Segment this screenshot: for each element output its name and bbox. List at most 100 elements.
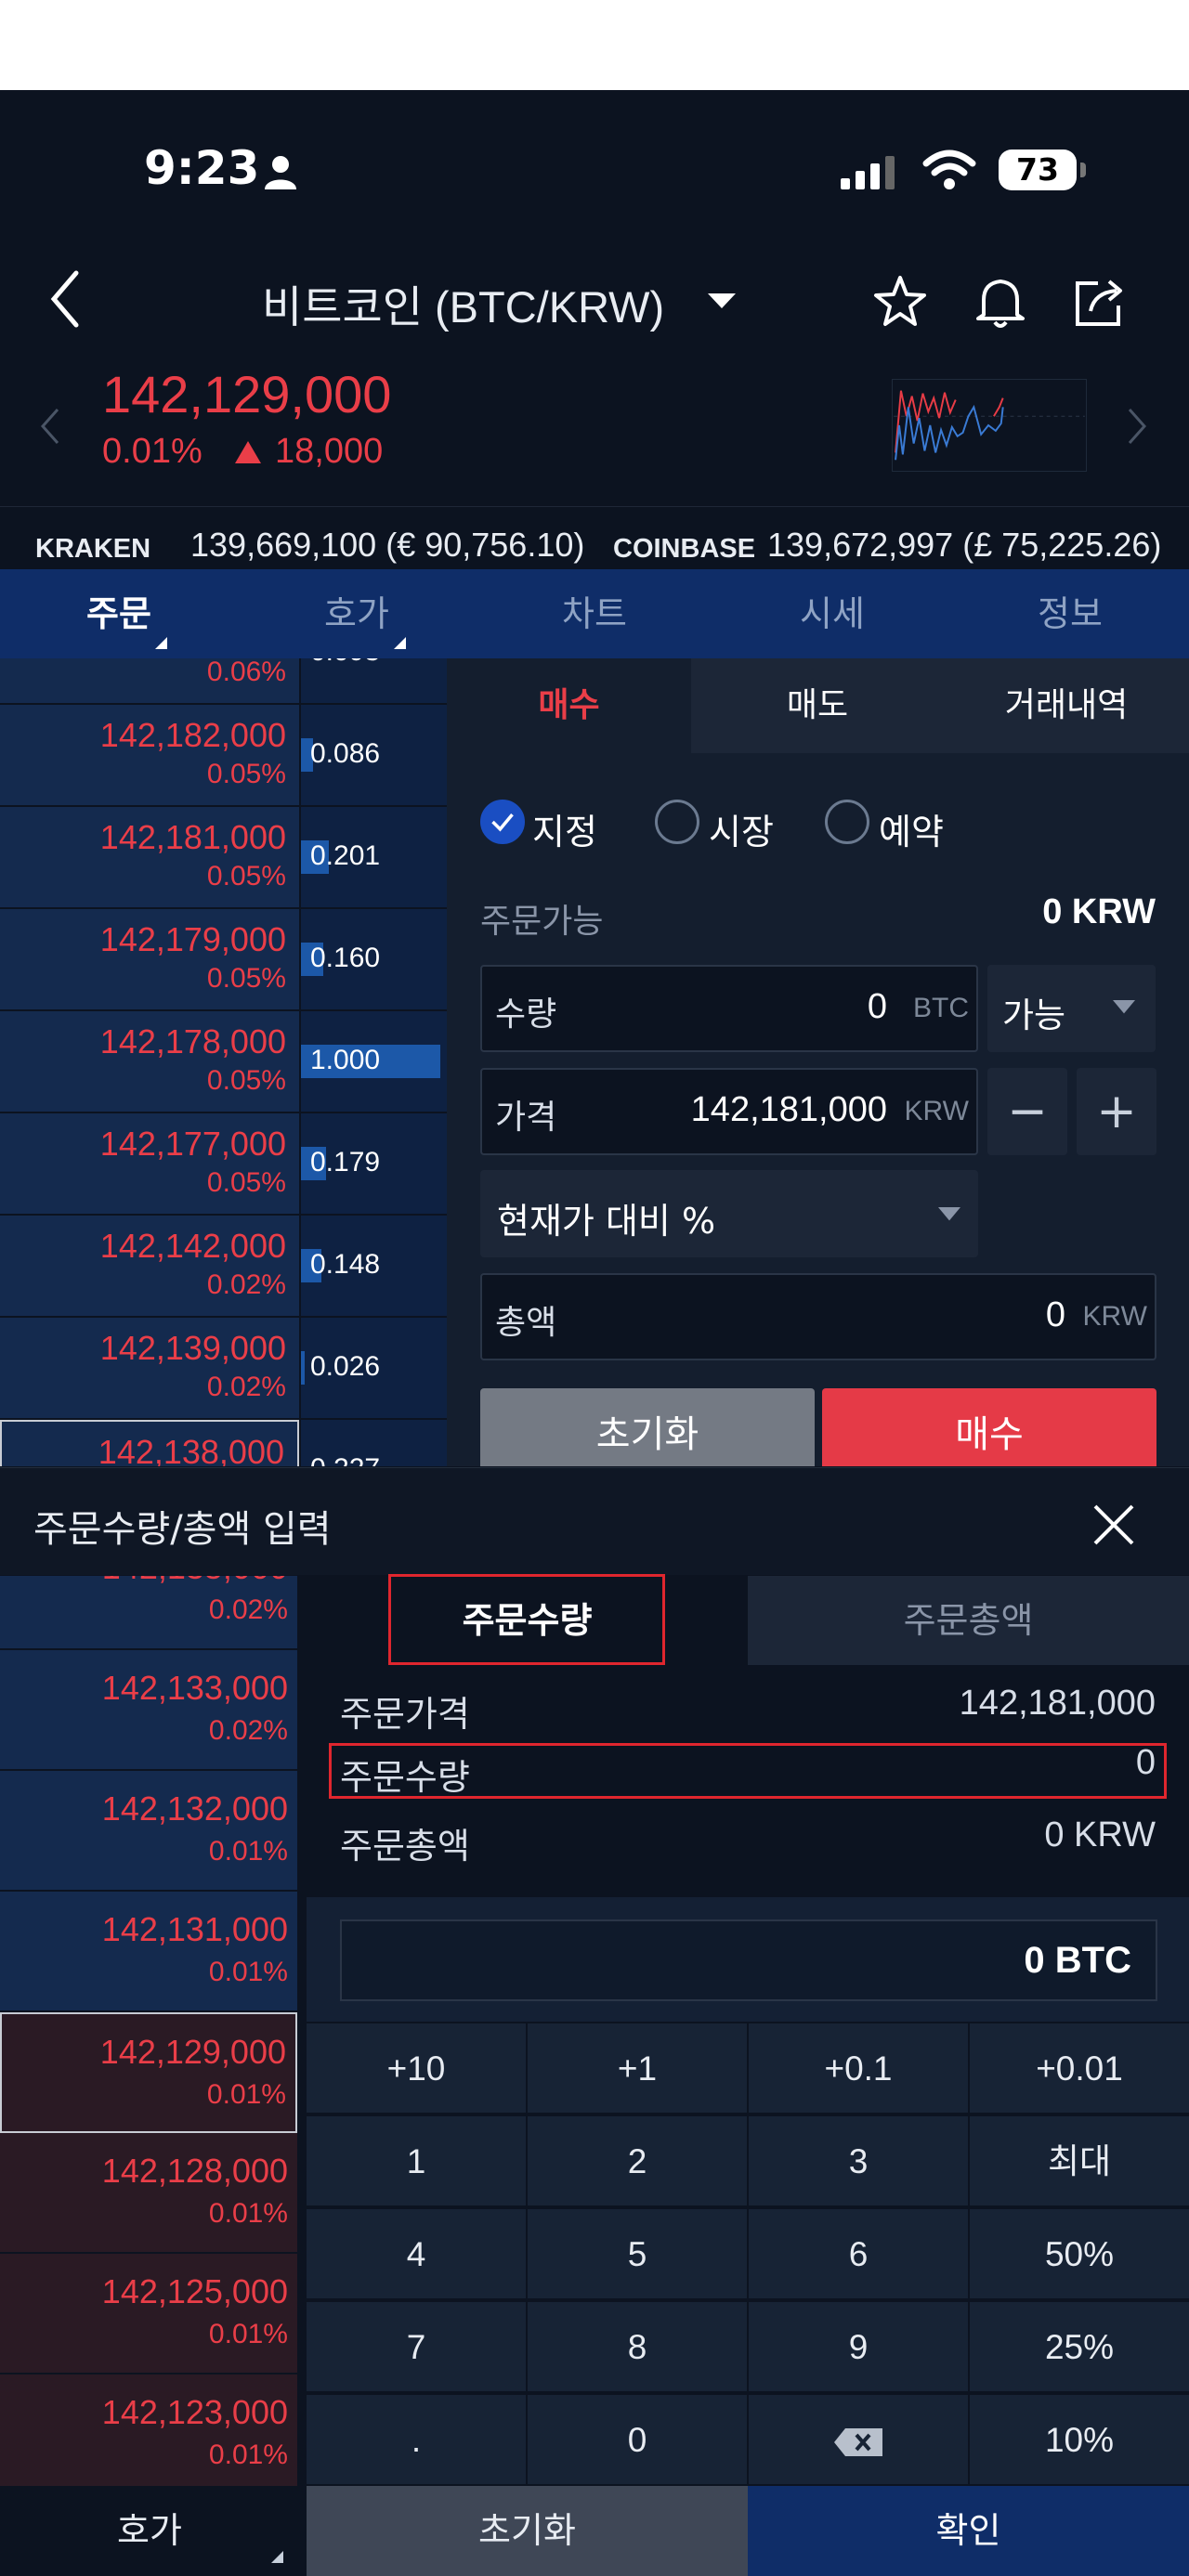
radio-limit[interactable] — [480, 800, 525, 844]
key-0-3[interactable]: +0.01 — [970, 2023, 1189, 2114]
key-1-0[interactable]: 1 — [307, 2116, 528, 2207]
radio-reserve[interactable] — [825, 800, 869, 844]
chevron-down-icon[interactable] — [708, 292, 736, 310]
row-percent: 0.05% — [206, 1065, 286, 1096]
bell-icon[interactable] — [971, 272, 1030, 332]
radio-market[interactable] — [655, 800, 699, 844]
orderbook-row[interactable]: 142,177,000 0.05% 0.179 — [0, 1113, 447, 1216]
orderbook-row[interactable]: 142,125,000 0.01% — [0, 2254, 297, 2374]
tab-chart[interactable]: 차트 — [476, 569, 713, 658]
order-total-label: 주문총액 — [340, 1826, 470, 1867]
key-4-1[interactable]: 0 — [528, 2395, 749, 2486]
orderbook-row[interactable]: 142,142,000 0.02% 0.148 — [0, 1216, 447, 1318]
share-icon[interactable] — [1070, 272, 1130, 332]
tab-history[interactable]: 거래내역 — [944, 658, 1189, 753]
key-4-0[interactable]: . — [307, 2395, 528, 2486]
close-icon[interactable] — [1091, 1503, 1136, 1547]
prev-arrow-icon[interactable] — [39, 406, 61, 447]
key-0-1[interactable]: +1 — [528, 2023, 749, 2114]
total-field[interactable]: 총액 0 KRW — [480, 1273, 1156, 1360]
mini-chart[interactable] — [892, 379, 1087, 472]
orderbook-row[interactable]: 0.06% 0.093 — [0, 658, 447, 705]
orderbook-row[interactable]: 142,178,000 0.05% 1.000 — [0, 1011, 447, 1113]
tab-sell[interactable]: 매도 — [691, 658, 944, 753]
row-price: 142,131,000 — [101, 1910, 288, 1948]
key-2-1[interactable]: 5 — [528, 2209, 749, 2300]
tab-info[interactable]: 정보 — [951, 569, 1189, 658]
key-2-2[interactable]: 6 — [749, 2209, 970, 2300]
orderbook-row[interactable]: 142,135,000 0.02% — [0, 1576, 297, 1650]
key-3-2[interactable]: 9 — [749, 2302, 970, 2393]
back-icon[interactable] — [46, 269, 84, 329]
order-price-label: 주문가격 — [340, 1694, 470, 1735]
highlight-box — [388, 1574, 665, 1665]
orderbook-row[interactable]: 142,133,000 0.02% — [0, 1650, 297, 1771]
key-1-1[interactable]: 2 — [528, 2116, 749, 2207]
tab-order[interactable]: 주문 — [0, 569, 238, 658]
bottom-action-bar: 호가 초기화 확인 — [0, 2486, 1189, 2576]
key-3-0[interactable]: 7 — [307, 2302, 528, 2393]
ticker-value-coinbase: 139,672,997 (£ 75,225.26) — [767, 526, 1162, 564]
order-price-value: 142,181,000 — [959, 1684, 1156, 1723]
row-percent: 0.02% — [206, 1372, 286, 1402]
row-volume: 0.179 — [310, 1147, 381, 1177]
key-1-2[interactable]: 3 — [749, 2116, 970, 2207]
backspace-key[interactable] — [749, 2395, 970, 2486]
key-2-3[interactable]: 50% — [970, 2209, 1189, 2300]
price-field[interactable]: 가격 142,181,000 KRW — [480, 1068, 978, 1155]
key-0-2[interactable]: +0.1 — [749, 2023, 970, 2114]
orderbook-row[interactable]: 142,181,000 0.05% 0.201 — [0, 807, 447, 909]
star-icon[interactable] — [870, 272, 930, 332]
backspace-icon — [834, 2428, 882, 2457]
orderbook-toggle-button[interactable]: 호가 — [0, 2486, 299, 2576]
orderbook-row[interactable]: 142,139,000 0.02% 0.026 — [0, 1318, 447, 1420]
orderbook-row-last[interactable]: 142,138,000 0.227 — [0, 1420, 447, 1466]
ticker-exchange-coinbase: COINBASE — [613, 534, 756, 564]
row-price: 142,178,000 — [99, 1022, 286, 1060]
orderbook-row[interactable]: 142,123,000 0.01% — [0, 2374, 297, 2486]
row-price: 142,181,000 — [99, 818, 286, 856]
orderbook-row[interactable]: 142,179,000 0.05% 0.160 — [0, 909, 447, 1011]
key-2-0[interactable]: 4 — [307, 2209, 528, 2300]
tab-market[interactable]: 시세 — [713, 569, 951, 658]
price-increase-button[interactable]: + — [1077, 1068, 1156, 1155]
reset-button[interactable]: 초기화 — [480, 1388, 815, 1466]
percent-select[interactable]: 현재가 대비 % — [480, 1170, 978, 1257]
key-3-3[interactable]: 25% — [970, 2302, 1189, 2393]
buy-button[interactable]: 매수 — [822, 1388, 1156, 1466]
orderbook-row[interactable]: 142,128,000 0.01% — [0, 2133, 297, 2254]
row-percent: 0.01% — [208, 2439, 288, 2470]
change-percent: 0.01% — [102, 432, 203, 471]
available-value: 0 KRW — [1042, 892, 1156, 931]
orderbook-row[interactable]: 142,182,000 0.05% 0.086 — [0, 705, 447, 807]
row-volume: 0.160 — [310, 943, 381, 973]
orderbook-upper: 0.06% 0.093 142,182,000 0.05% 0.086 142,181… — [0, 658, 447, 1466]
tab-buy[interactable]: 매수 — [447, 658, 691, 753]
market-title[interactable]: 비트코인 (BTC/KRW) — [262, 271, 664, 335]
key-3-1[interactable]: 8 — [528, 2302, 749, 2393]
order-quantity-value: 0 — [1135, 1743, 1156, 1782]
row-volume: 0.148 — [310, 1249, 381, 1280]
quantity-field[interactable]: 수량 0 BTC — [480, 965, 978, 1052]
row-price: 142,182,000 — [99, 716, 286, 754]
orderbook-row[interactable]: 142,131,000 0.01% — [0, 1892, 297, 2012]
row-price: 142,177,000 — [99, 1125, 286, 1163]
entry-display[interactable]: 0 BTC — [340, 1919, 1157, 2001]
orderbook-row[interactable]: 142,129,000 0.01% — [0, 2012, 297, 2133]
check-icon — [491, 813, 514, 832]
quantity-mode-dropdown[interactable]: 가능 — [987, 965, 1156, 1052]
volume-bar — [301, 1351, 305, 1385]
keypad-reset-button[interactable]: 초기화 — [307, 2486, 748, 2576]
row-price: 142,123,000 — [101, 2393, 288, 2431]
orderbook-row[interactable]: 142,132,000 0.01% — [0, 1771, 297, 1892]
tab-order-total[interactable]: 주문총액 — [748, 1576, 1189, 1665]
orderbook-lower: 142,135,000 0.02% 142,133,000 0.02% 142,132,… — [0, 1576, 299, 2486]
confirm-button[interactable]: 확인 — [748, 2486, 1189, 2576]
key-0-0[interactable]: +10 — [307, 2023, 528, 2114]
key-4-3[interactable]: 10% — [970, 2395, 1189, 2486]
key-1-3[interactable]: 최대 — [970, 2116, 1189, 2207]
next-arrow-icon[interactable] — [1126, 406, 1148, 447]
tab-orderbook[interactable]: 호가 — [238, 569, 476, 658]
row-percent: 0.01% — [208, 2319, 288, 2349]
price-decrease-button[interactable]: − — [987, 1068, 1067, 1155]
